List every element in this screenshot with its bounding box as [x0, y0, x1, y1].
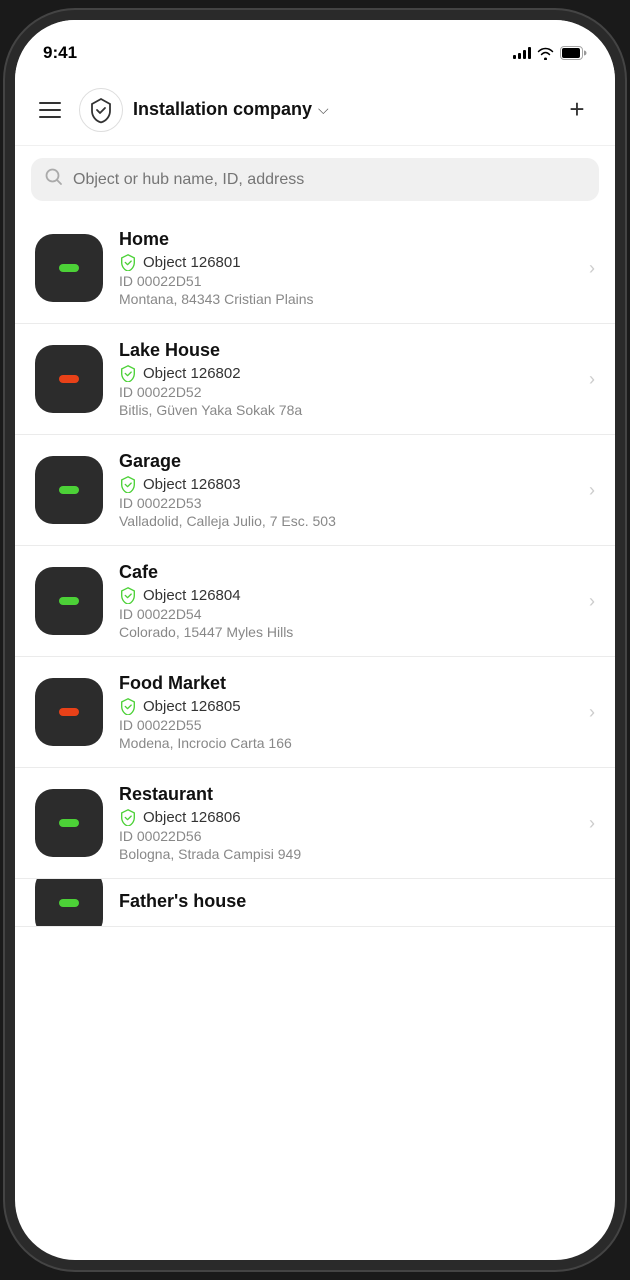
item-id: ID 00022D56 [119, 828, 573, 844]
item-object: Object 126803 [143, 476, 241, 493]
device-icon [35, 789, 103, 857]
search-input[interactable] [73, 171, 585, 189]
item-id: ID 00022D52 [119, 384, 573, 400]
device-led [59, 597, 79, 605]
item-name: Food Market [119, 673, 573, 694]
device-icon [35, 567, 103, 635]
device-led [59, 708, 79, 716]
shield-check-icon [119, 697, 137, 715]
shield-check-icon [119, 586, 137, 604]
shield-check-icon [119, 253, 137, 271]
search-icon [45, 168, 63, 191]
item-info: Food Market Object 126805 ID 00022D55 Mo… [119, 673, 573, 751]
item-object: Object 126802 [143, 365, 241, 382]
item-object-row: Object 126803 [119, 475, 573, 493]
item-address: Montana, 84343 Cristian Plains [119, 291, 573, 307]
list-item[interactable]: Cafe Object 126804 ID 00022D54 Colorado,… [15, 546, 615, 657]
item-name: Home [119, 229, 573, 250]
item-name: Father's house [119, 891, 595, 912]
device-icon [35, 234, 103, 302]
add-button[interactable]: + [559, 92, 595, 128]
device-led [59, 375, 79, 383]
item-id: ID 00022D55 [119, 717, 573, 733]
status-bar: 9:41 [15, 20, 615, 74]
item-info: Garage Object 126803 ID 00022D53 Vallado… [119, 451, 573, 529]
list-item[interactable]: Restaurant Object 126806 ID 00022D56 Bol… [15, 768, 615, 879]
item-object: Object 126806 [143, 809, 241, 826]
item-object-row: Object 126802 [119, 364, 573, 382]
device-led [59, 819, 79, 827]
company-name: Installation company [133, 99, 312, 120]
item-address: Colorado, 15447 Myles Hills [119, 624, 573, 640]
item-info: Cafe Object 126804 ID 00022D54 Colorado,… [119, 562, 573, 640]
item-object: Object 126805 [143, 698, 241, 715]
device-icon [35, 456, 103, 524]
item-id: ID 00022D53 [119, 495, 573, 511]
chevron-right-icon: › [589, 702, 595, 723]
device-icon [35, 678, 103, 746]
list-item[interactable]: Lake House Object 126802 ID 00022D52 Bit… [15, 324, 615, 435]
item-name: Cafe [119, 562, 573, 583]
item-address: Bologna, Strada Campisi 949 [119, 846, 573, 862]
wifi-icon [537, 47, 554, 60]
device-icon [35, 345, 103, 413]
chevron-right-icon: › [589, 480, 595, 501]
item-name: Restaurant [119, 784, 573, 805]
item-info: Home Object 126801 ID 00022D51 Montana, … [119, 229, 573, 307]
battery-icon [560, 46, 587, 60]
device-led [59, 486, 79, 494]
item-id: ID 00022D54 [119, 606, 573, 622]
company-name-row: Installation company ⌵ [133, 99, 329, 120]
company-selector[interactable]: Installation company ⌵ [79, 88, 545, 132]
chevron-right-icon: › [589, 258, 595, 279]
item-info: Father's house [119, 891, 595, 915]
status-time: 9:41 [43, 43, 77, 63]
search-input-wrap[interactable] [31, 158, 599, 201]
item-address: Modena, Incrocio Carta 166 [119, 735, 573, 751]
object-list: Home Object 126801 ID 00022D51 Montana, … [15, 213, 615, 927]
item-name: Lake House [119, 340, 573, 361]
header: Installation company ⌵ + [15, 74, 615, 146]
shield-check-icon [119, 808, 137, 826]
signal-icon [513, 47, 531, 59]
item-object: Object 126804 [143, 587, 241, 604]
chevron-right-icon: › [589, 591, 595, 612]
status-icons [513, 46, 587, 60]
chevron-right-icon: › [589, 369, 595, 390]
item-id: ID 00022D51 [119, 273, 573, 289]
item-object-row: Object 126806 [119, 808, 573, 826]
device-led [59, 899, 79, 907]
shield-check-icon [119, 364, 137, 382]
list-item[interactable]: Father's house [15, 879, 615, 927]
item-address: Valladolid, Calleja Julio, 7 Esc. 503 [119, 513, 573, 529]
search-bar [15, 146, 615, 213]
item-object: Object 126801 [143, 254, 241, 271]
item-object-row: Object 126804 [119, 586, 573, 604]
shield-check-icon [119, 475, 137, 493]
item-object-row: Object 126805 [119, 697, 573, 715]
item-info: Restaurant Object 126806 ID 00022D56 Bol… [119, 784, 573, 862]
list-item[interactable]: Food Market Object 126805 ID 00022D55 Mo… [15, 657, 615, 768]
item-address: Bitlis, Güven Yaka Sokak 78a [119, 402, 573, 418]
list-item[interactable]: Garage Object 126803 ID 00022D53 Vallado… [15, 435, 615, 546]
device-led [59, 264, 79, 272]
dropdown-chevron-icon: ⌵ [318, 101, 329, 118]
company-logo [79, 88, 123, 132]
device-icon [35, 879, 103, 927]
item-name: Garage [119, 451, 573, 472]
item-object-row: Object 126801 [119, 253, 573, 271]
chevron-right-icon: › [589, 813, 595, 834]
menu-button[interactable] [35, 98, 65, 122]
list-item[interactable]: Home Object 126801 ID 00022D51 Montana, … [15, 213, 615, 324]
item-info: Lake House Object 126802 ID 00022D52 Bit… [119, 340, 573, 418]
